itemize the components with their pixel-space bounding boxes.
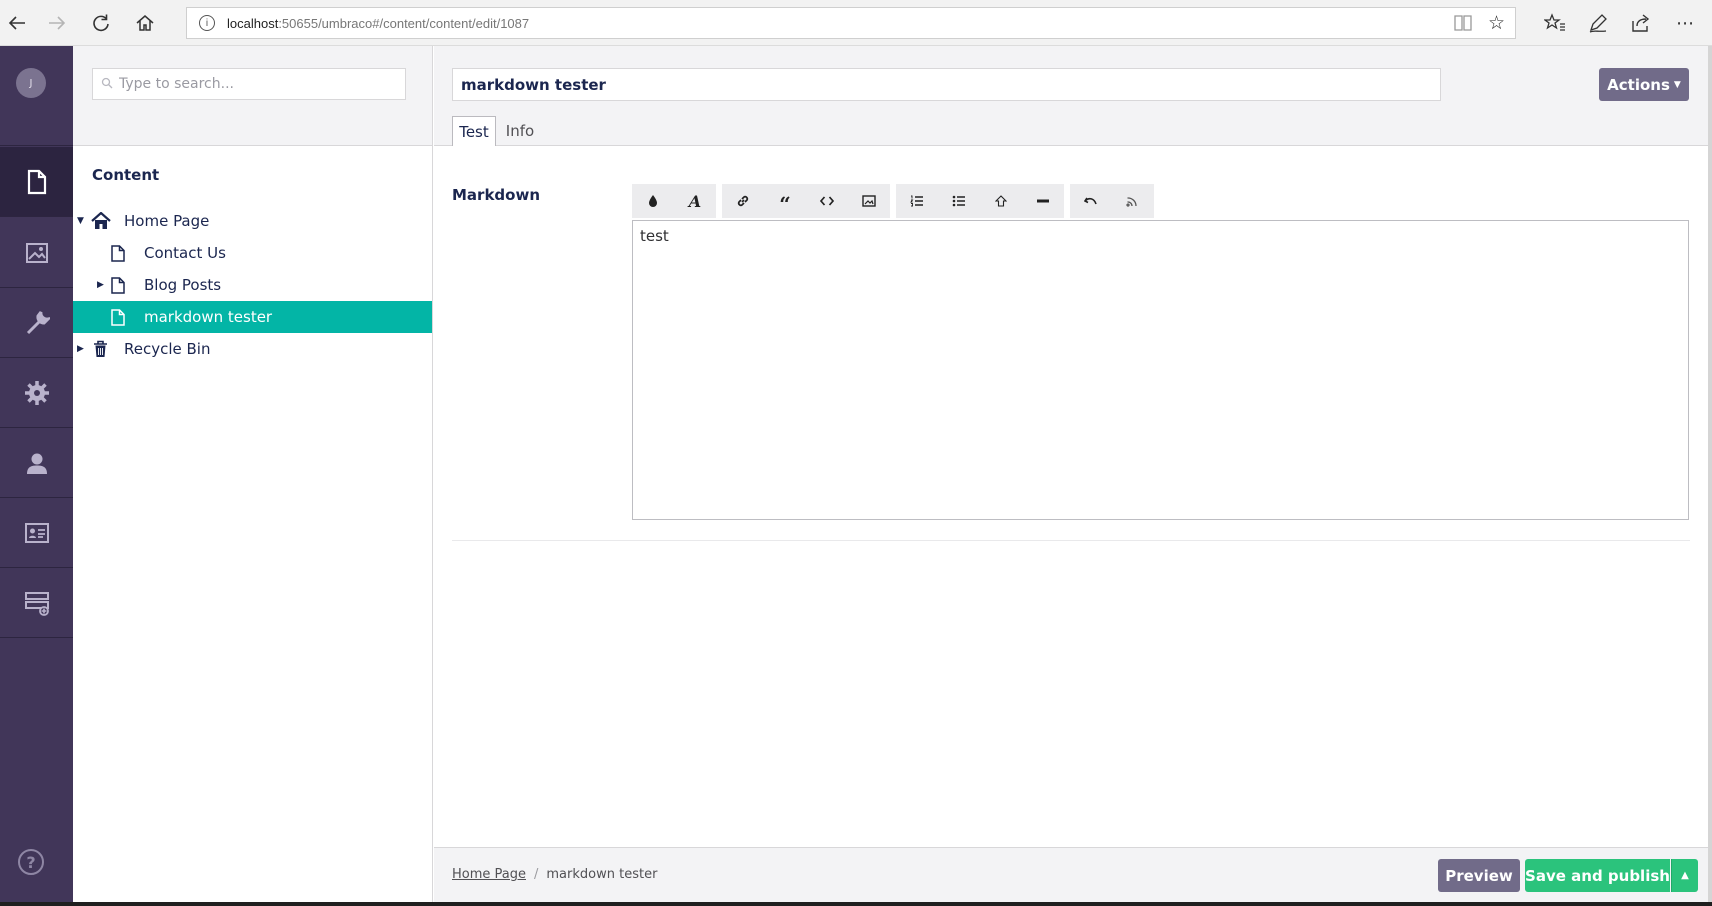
tab-test[interactable]: Test <box>452 116 496 146</box>
tree-node-label: Contact Us <box>144 244 226 262</box>
user-icon <box>26 453 47 474</box>
undo-icon[interactable] <box>1070 184 1112 218</box>
taskbar-edge <box>0 902 1712 906</box>
tree-node-label: Recycle Bin <box>124 340 211 358</box>
actions-label: Actions <box>1607 75 1670 94</box>
search-input[interactable] <box>119 76 399 92</box>
favorites-icon[interactable] <box>1538 6 1572 40</box>
scrollbar[interactable] <box>1708 46 1712 902</box>
tree-node-label: Blog Posts <box>144 276 222 294</box>
tree-node-contact-us[interactable]: Contact Us <box>73 237 432 269</box>
editor-header: markdown tester Actions ▼ Test Info <box>434 46 1712 146</box>
tree-node-recycle-bin[interactable]: ▶ Recycle Bin <box>73 333 432 365</box>
search-icon <box>101 77 113 92</box>
reading-view-icon[interactable] <box>1453 14 1473 37</box>
property-label: Markdown <box>452 186 541 204</box>
code-icon[interactable] <box>806 184 848 218</box>
more-icon[interactable]: ⋯ <box>1668 6 1702 40</box>
toolbar-group-insert: “ <box>722 184 890 218</box>
ordered-list-icon[interactable] <box>896 184 938 218</box>
italic-icon[interactable]: A <box>674 184 716 218</box>
help-icon[interactable]: ? <box>18 849 44 875</box>
link-icon[interactable] <box>722 184 764 218</box>
refresh-icon[interactable] <box>84 6 118 40</box>
id-card-icon <box>24 522 49 543</box>
toolbar-group-blocks <box>896 184 1064 218</box>
tree-node-blog-posts[interactable]: ▶ Blog Posts <box>73 269 432 301</box>
home-icon[interactable] <box>128 6 162 40</box>
actions-button[interactable]: Actions ▼ <box>1599 68 1689 101</box>
search-box[interactable] <box>92 68 406 100</box>
caret-right-icon[interactable]: ▶ <box>97 280 104 290</box>
tab-info[interactable]: Info <box>502 116 538 146</box>
horizontal-rule-icon[interactable] <box>1022 184 1064 218</box>
content-tree-panel: Content ▼ Home Page Contact Us ▶ Blog Po… <box>73 46 433 902</box>
image-icon <box>25 242 48 263</box>
redo-icon[interactable] <box>1112 184 1154 218</box>
forward-icon[interactable] <box>40 6 74 40</box>
caret-down-icon: ▼ <box>1673 79 1681 90</box>
toolbar-group-history <box>1070 184 1154 218</box>
breadcrumb-home-page[interactable]: Home Page <box>452 867 526 882</box>
breadcrumb: Home Page / markdown tester <box>452 867 657 882</box>
tree-node-markdown-tester[interactable]: markdown tester <box>73 301 432 333</box>
gear-icon <box>24 380 49 405</box>
section-settings-tools[interactable] <box>0 288 73 358</box>
content-name-input[interactable]: markdown tester <box>452 68 1441 101</box>
avatar[interactable]: J <box>16 68 46 98</box>
blockquote-icon[interactable]: “ <box>764 184 806 218</box>
breadcrumb-current: markdown tester <box>546 867 658 882</box>
pen-icon[interactable] <box>1581 6 1615 40</box>
back-icon[interactable] <box>0 6 34 40</box>
save-and-publish-button[interactable]: Save and publish <box>1525 859 1670 892</box>
section-users[interactable] <box>0 428 73 498</box>
tree-title: Content <box>92 166 160 184</box>
preview-button[interactable]: Preview <box>1438 859 1520 892</box>
wrench-icon <box>26 310 50 334</box>
url-host: localhost <box>227 15 279 31</box>
address-bar[interactable]: i localhost :50655/umbraco#/content/cont… <box>186 7 1516 39</box>
property-divider <box>452 540 1690 541</box>
section-members[interactable] <box>0 498 73 568</box>
section-developer[interactable] <box>0 358 73 428</box>
markdown-textarea[interactable]: test <box>632 220 1689 520</box>
unordered-list-icon[interactable] <box>938 184 980 218</box>
trash-icon <box>93 340 108 358</box>
document-icon <box>111 308 125 326</box>
image-icon[interactable] <box>848 184 890 218</box>
tree-node-home-page[interactable]: ▼ Home Page <box>73 205 432 237</box>
favorite-star-icon[interactable]: ☆ <box>1488 12 1505 35</box>
caret-right-icon[interactable]: ▶ <box>77 344 84 354</box>
url-path: :50655/umbraco#/content/content/edit/108… <box>278 15 530 31</box>
share-icon[interactable] <box>1624 6 1658 40</box>
toolbar-group-format: A <box>632 184 716 218</box>
section-forms[interactable] <box>0 568 73 638</box>
editor-footer: Home Page / markdown tester Preview Save… <box>434 847 1712 902</box>
tree-node-label: markdown tester <box>144 308 273 326</box>
document-icon <box>111 276 125 294</box>
breadcrumb-separator: / <box>534 867 539 882</box>
section-content[interactable] <box>0 147 73 217</box>
home-icon <box>91 212 111 230</box>
browser-toolbar: i localhost :50655/umbraco#/content/cont… <box>0 0 1712 46</box>
caret-up-icon[interactable]: ▲ <box>1671 859 1698 892</box>
heading-icon[interactable] <box>980 184 1022 218</box>
caret-down-icon[interactable]: ▼ <box>77 216 84 226</box>
info-icon[interactable]: i <box>199 15 215 31</box>
bold-icon[interactable] <box>632 184 674 218</box>
tree-node-label: Home Page <box>124 212 210 230</box>
section-media[interactable] <box>0 218 73 288</box>
document-icon <box>27 169 46 194</box>
forms-icon <box>24 591 49 616</box>
document-icon <box>111 244 125 262</box>
section-navigation: J ? <box>0 46 73 902</box>
